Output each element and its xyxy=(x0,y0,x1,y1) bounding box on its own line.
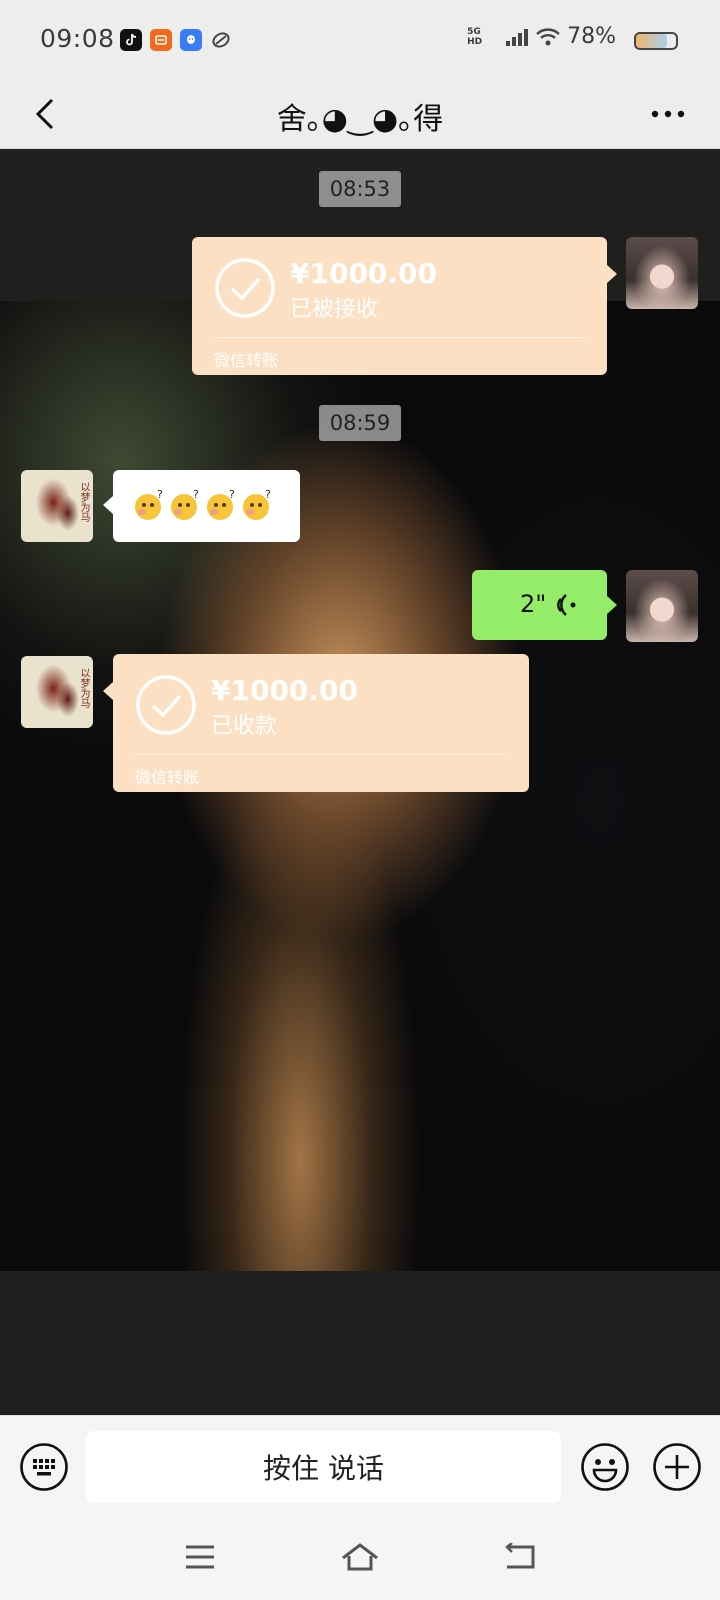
back-return-icon xyxy=(505,1543,535,1569)
smile-icon[interactable] xyxy=(580,1442,630,1492)
my-avatar[interactable] xyxy=(626,237,698,309)
timestamp: 08:53 xyxy=(0,171,720,207)
divider xyxy=(135,754,507,755)
transfer-status: 已收款 xyxy=(211,714,278,739)
signal-icon xyxy=(506,28,529,46)
input-bar: 按住 说话 xyxy=(0,1415,720,1516)
puzzled-emoji-icon: ? xyxy=(171,488,199,520)
menu-icon xyxy=(186,1545,214,1569)
check-circle-icon xyxy=(136,675,196,735)
more-dots-icon xyxy=(651,110,685,118)
plus-circle-icon[interactable] xyxy=(652,1442,702,1492)
back-nav-button[interactable] xyxy=(498,1535,542,1579)
emoji-row: ? ? ? ? xyxy=(133,488,275,522)
system-navigation-bar xyxy=(0,1515,720,1600)
network-type: 5G HD xyxy=(467,26,483,47)
voice-duration: 2" xyxy=(520,590,547,618)
svg-text:?: ? xyxy=(157,488,163,501)
transfer-message-received[interactable]: ¥1000.00 已收款 微信转账 xyxy=(103,654,529,792)
home-icon xyxy=(342,1543,378,1571)
transfer-footer: 微信转账 xyxy=(135,768,200,787)
voice-wave-icon xyxy=(557,594,576,616)
status-time: 09:08 xyxy=(40,24,115,53)
transfer-status: 已被接收 xyxy=(290,297,379,322)
transfer-amount: ¥1000.00 xyxy=(290,257,438,290)
timestamp-label: 08:59 xyxy=(318,405,402,441)
chat-title: 舍｡◕‿◕｡得 xyxy=(276,102,444,137)
battery-percent: 78% xyxy=(567,24,616,49)
friend-avatar[interactable]: 以梦为马 xyxy=(21,470,93,542)
friend-avatar-text: 以梦为马 xyxy=(78,668,89,708)
wifi-icon xyxy=(536,27,560,45)
puzzled-emoji-icon: ? xyxy=(243,488,271,520)
douyin-icon xyxy=(120,29,142,51)
timestamp-label: 08:53 xyxy=(318,171,402,207)
text-message-received[interactable]: ? ? ? ? xyxy=(103,470,300,542)
menu-button[interactable] xyxy=(178,1535,222,1579)
transfer-footer: 微信转账 xyxy=(214,351,279,370)
friend-avatar[interactable]: 以梦为马 xyxy=(21,656,93,728)
chat-header: 舍｡◕‿◕｡得 xyxy=(0,80,720,149)
puzzled-emoji-icon: ? xyxy=(207,488,235,520)
svg-text:?: ? xyxy=(229,488,235,501)
svg-text:?: ? xyxy=(265,488,271,501)
link-icon xyxy=(210,29,232,51)
my-avatar[interactable] xyxy=(626,570,698,642)
check-circle-icon xyxy=(215,258,275,318)
taobao-icon xyxy=(150,29,172,51)
puzzled-emoji-icon: ? xyxy=(135,488,163,520)
chat-area[interactable]: 08:53 ¥1000.00 已被接收 微信转账 08:59 以梦为马 ? ? … xyxy=(0,149,720,1415)
home-button[interactable] xyxy=(338,1535,382,1579)
notification-icons xyxy=(120,29,232,51)
divider xyxy=(214,337,585,338)
qq-icon xyxy=(180,29,202,51)
hold-to-talk-button[interactable]: 按住 说话 xyxy=(86,1431,561,1503)
friend-avatar-text: 以梦为马 xyxy=(78,482,89,522)
more-button[interactable] xyxy=(640,90,696,138)
transfer-amount: ¥1000.00 xyxy=(211,674,359,707)
keyboard-icon[interactable] xyxy=(19,1442,69,1492)
voice-message-sent[interactable]: 2" xyxy=(472,570,617,640)
timestamp: 08:59 xyxy=(0,405,720,441)
status-bar: 09:08 5G HD 78% xyxy=(0,0,720,80)
transfer-message-sent[interactable]: ¥1000.00 已被接收 微信转账 xyxy=(192,237,617,375)
battery-icon xyxy=(634,32,678,50)
svg-text:?: ? xyxy=(193,488,199,501)
